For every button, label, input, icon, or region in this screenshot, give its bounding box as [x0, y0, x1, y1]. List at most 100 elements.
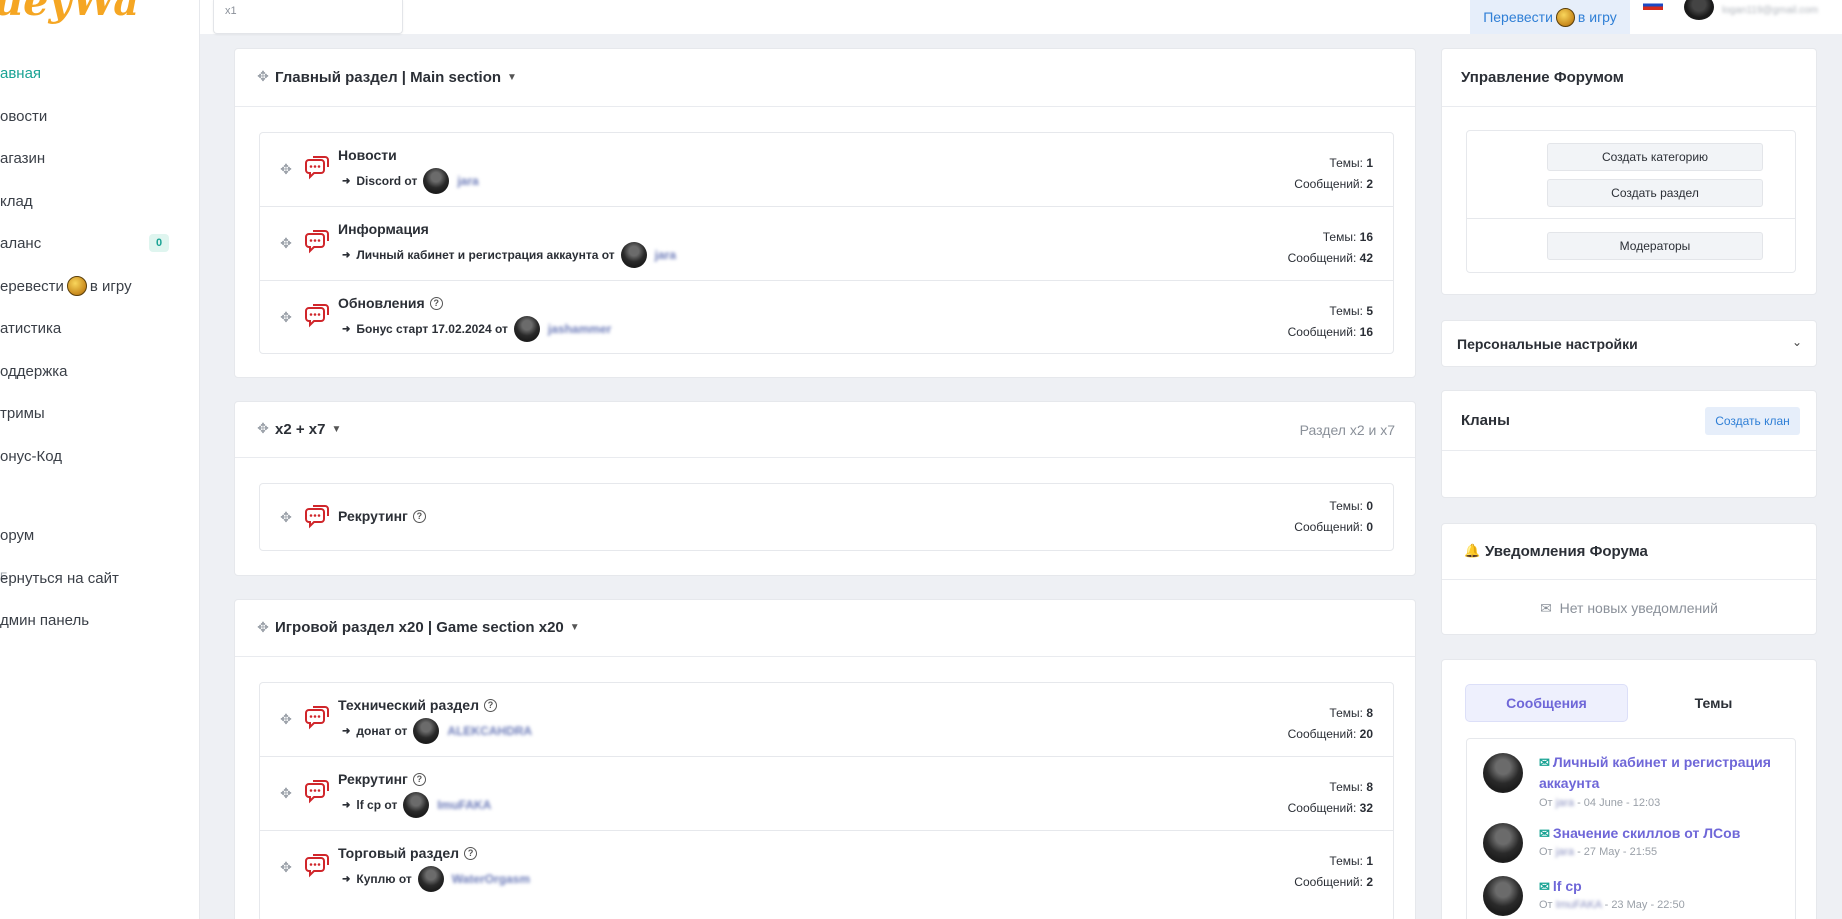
- forum-title[interactable]: Рекрутинг?: [338, 508, 426, 524]
- last-topic-title[interactable]: Бонус старт 17.02.2024: [356, 322, 491, 336]
- drag-handle-icon[interactable]: ✥: [278, 711, 294, 727]
- drag-handle-icon[interactable]: ✥: [278, 161, 294, 177]
- sidebar-item-shop[interactable]: агазин: [0, 146, 45, 170]
- help-icon[interactable]: ?: [483, 698, 497, 712]
- forum-row[interactable]: ✥ Рекрутинг? ➜ lf cp от ImuFAKA Темы: 8 Соо…: [260, 757, 1393, 831]
- help-icon[interactable]: ?: [412, 509, 426, 523]
- section-title-text: x2 + x7: [275, 421, 326, 438]
- last-post-author[interactable]: ALEKCAHDRA: [447, 724, 532, 738]
- last-post-author[interactable]: jara: [457, 174, 478, 188]
- forum-title[interactable]: Информация: [338, 221, 429, 237]
- forum-row[interactable]: ✥ Рекрутинг? Темы: 0 Сообщений: 0: [260, 484, 1393, 550]
- last-topic-title[interactable]: Discord: [356, 174, 401, 188]
- forum-row[interactable]: ✥ Обновления? ➜ Бонус старт 17.02.2024 от…: [260, 281, 1393, 355]
- topics-label: Темы:: [1329, 304, 1363, 318]
- sidebar-item-balance[interactable]: аланс 0: [0, 231, 170, 255]
- language-flag-icon[interactable]: [1643, 0, 1663, 10]
- drag-handle-icon[interactable]: ✥: [278, 859, 294, 875]
- chevron-down-icon[interactable]: ⌄: [1792, 335, 1802, 349]
- message-author[interactable]: ImuFAKA: [1556, 899, 1602, 911]
- create-category-button[interactable]: Создать категорию: [1547, 143, 1763, 171]
- sidebar-item-admin-panel[interactable]: дмин панель: [0, 608, 89, 632]
- forum-title[interactable]: Технический раздел?: [338, 697, 497, 713]
- tab-messages[interactable]: Сообщения: [1465, 684, 1628, 722]
- move-icon[interactable]: ✥: [255, 68, 271, 84]
- avatar[interactable]: [620, 242, 647, 268]
- envelope-icon: ✉: [1540, 600, 1552, 616]
- translate-label: Перевести: [1483, 9, 1553, 25]
- create-clan-button[interactable]: Создать клан: [1705, 407, 1800, 435]
- message-author[interactable]: jara: [1556, 797, 1574, 809]
- section-title[interactable]: Главный раздел | Main section ▼: [275, 69, 517, 86]
- message-author[interactable]: jara: [1556, 846, 1574, 858]
- forum-title[interactable]: Обновления?: [338, 295, 443, 311]
- create-section-button[interactable]: Создать раздел: [1547, 179, 1763, 207]
- forum-title[interactable]: Торговый раздел?: [338, 845, 478, 861]
- avatar[interactable]: [413, 718, 440, 744]
- chevron-down-icon: ▼: [507, 72, 517, 83]
- server-multiplier-card[interactable]: x1: [213, 0, 403, 34]
- message-title[interactable]: ✉ Личный кабинет и регистрация аккаунта: [1539, 752, 1779, 793]
- avatar[interactable]: [1483, 823, 1523, 863]
- help-icon[interactable]: ?: [412, 772, 426, 786]
- drag-handle-icon[interactable]: ✥: [278, 509, 294, 525]
- avatar[interactable]: [1483, 876, 1523, 916]
- chat-bubbles-icon: [305, 854, 329, 878]
- last-topic-title[interactable]: lf cp: [356, 798, 381, 812]
- drag-handle-icon[interactable]: ✥: [278, 309, 294, 325]
- message-title[interactable]: ✉ lf cp: [1539, 876, 1779, 897]
- section-title[interactable]: Игровой раздел x20 | Game section x20 ▼: [275, 619, 580, 636]
- message-meta: От ImuFAKA - 23 May - 22:50: [1539, 899, 1685, 911]
- sidebar-item-main[interactable]: авная: [0, 61, 41, 85]
- help-icon[interactable]: ?: [464, 846, 478, 860]
- last-post-author[interactable]: jashammer: [548, 322, 611, 336]
- message-title[interactable]: ✉ Значение скиллов от ЛСов: [1539, 823, 1779, 844]
- sidebar-item-support[interactable]: оддержка: [0, 359, 67, 383]
- last-post-author[interactable]: jara: [655, 248, 676, 262]
- move-icon[interactable]: ✥: [255, 619, 271, 635]
- logo[interactable]: ueyWa: [0, 0, 170, 34]
- avatar[interactable]: [417, 866, 444, 892]
- forum-row[interactable]: ✥ Информация ➜ Личный кабинет и регистрац…: [260, 207, 1393, 281]
- sidebar-item-bonus-code[interactable]: онус-Код: [0, 444, 62, 468]
- drag-handle-icon[interactable]: ✥: [278, 785, 294, 801]
- forum-last-post[interactable]: ➜ lf cp от ImuFAKA: [342, 792, 491, 818]
- moderators-button[interactable]: Модераторы: [1547, 232, 1763, 260]
- last-post-author[interactable]: WaterOrgasm: [452, 872, 530, 886]
- last-topic-title[interactable]: Куплю: [356, 872, 395, 886]
- empty-notifications: ✉ Нет новых уведомлений: [1442, 600, 1816, 617]
- forum-last-post[interactable]: ➜ донат от ALEKCAHDRA: [342, 718, 532, 744]
- avatar[interactable]: [1483, 753, 1523, 793]
- forum-row[interactable]: ✥ Торговый раздел? ➜ Куплю от WaterOrgasm …: [260, 831, 1393, 905]
- translate-to-game-button[interactable]: Перевести в игру: [1470, 0, 1630, 34]
- sidebar-item-label-suffix: в игру: [89, 277, 132, 295]
- forum-row[interactable]: ✥ Технический раздел? ➜ донат от ALEKCAHDR…: [260, 683, 1393, 757]
- forum-last-post[interactable]: ➜ Discord от jara: [342, 168, 479, 194]
- sidebar-item-transfer[interactable]: еревести в игру: [0, 274, 132, 298]
- sidebar-item-back-to-site[interactable]: ернуться на сайт: [0, 566, 119, 590]
- forum-row[interactable]: ✥ Новости ➜ Discord от jara Темы: 1 Сообщен…: [260, 133, 1393, 207]
- personal-settings-card[interactable]: Персональные настройки ⌄: [1441, 320, 1817, 367]
- move-icon[interactable]: ✥: [255, 420, 271, 436]
- forum-last-post[interactable]: ➜ Бонус старт 17.02.2024 от jashammer: [342, 316, 611, 342]
- last-topic-title[interactable]: Личный кабинет и регистрация аккаунта: [356, 248, 598, 262]
- last-topic-title[interactable]: донат: [356, 724, 391, 738]
- sidebar-item-stats[interactable]: атистика: [0, 316, 61, 340]
- forum-title[interactable]: Рекрутинг?: [338, 771, 426, 787]
- forum-last-post[interactable]: ➜ Личный кабинет и регистрация аккаунта о…: [342, 242, 676, 268]
- tab-topics[interactable]: Темы: [1632, 684, 1795, 722]
- section-title[interactable]: x2 + x7 ▼: [275, 421, 341, 438]
- sidebar-item-news[interactable]: овости: [0, 104, 47, 128]
- sidebar-item-storage[interactable]: клад: [0, 189, 33, 213]
- forum-stats: Темы: 16 Сообщений: 42: [1288, 227, 1373, 269]
- sidebar-item-forum[interactable]: орум: [0, 523, 34, 547]
- drag-handle-icon[interactable]: ✥: [278, 235, 294, 251]
- avatar[interactable]: [513, 316, 540, 342]
- forum-last-post[interactable]: ➜ Куплю от WaterOrgasm: [342, 866, 530, 892]
- last-post-author[interactable]: ImuFAKA: [437, 798, 491, 812]
- forum-title[interactable]: Новости: [338, 147, 397, 163]
- avatar[interactable]: [423, 168, 450, 194]
- sidebar-item-streams[interactable]: тримы: [0, 401, 45, 425]
- avatar[interactable]: [403, 792, 430, 818]
- help-icon[interactable]: ?: [429, 296, 443, 310]
